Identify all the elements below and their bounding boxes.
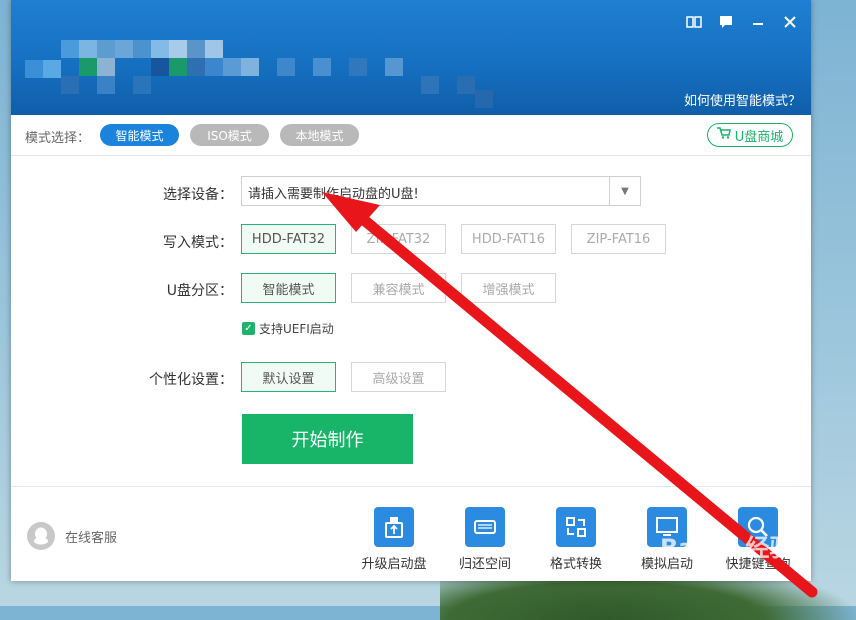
- simulate-boot-button[interactable]: 模拟启动: [625, 507, 709, 572]
- cart-icon: [716, 127, 731, 143]
- format-convert-label: 格式转换: [549, 557, 602, 572]
- app-window: 如何使用智能模式？ 模式选择： 智能模式 ISO模式 本地模式 U盘商城 选择设…: [11, 0, 811, 581]
- minimize-icon[interactable]: [748, 12, 768, 32]
- qq-icon: [27, 522, 55, 550]
- hotkey-query-label: 快捷键查询: [725, 557, 791, 572]
- online-service[interactable]: 在线客服: [27, 522, 117, 550]
- tab-iso-mode[interactable]: ISO模式: [190, 124, 269, 146]
- disk-icon: [465, 507, 505, 547]
- book-icon[interactable]: [684, 12, 704, 32]
- window-header: 如何使用智能模式？: [11, 0, 811, 115]
- online-service-label: 在线客服: [65, 530, 118, 546]
- mode-bar: 模式选择： 智能模式 ISO模式 本地模式 U盘商城: [11, 115, 811, 156]
- write-option-zip-fat32[interactable]: ZIP-FAT32: [351, 224, 446, 254]
- device-select[interactable]: 请插入需要制作启动盘的U盘! ▼: [241, 176, 641, 206]
- hotkey-query-button[interactable]: 快捷键查询: [716, 507, 800, 572]
- restore-space-button[interactable]: 归还空间: [443, 507, 527, 572]
- monitor-icon: [647, 507, 687, 547]
- write-option-hdd-fat16[interactable]: HDD-FAT16: [461, 224, 556, 254]
- partition-option-compat[interactable]: 兼容模式: [351, 273, 446, 303]
- check-icon: ✓: [242, 322, 255, 335]
- close-icon[interactable]: [780, 12, 800, 32]
- partition-option-enhanced[interactable]: 增强模式: [461, 273, 556, 303]
- device-select-value: 请插入需要制作启动盘的U盘!: [248, 187, 419, 202]
- mode-label: 模式选择：: [25, 131, 91, 146]
- format-convert-button[interactable]: 格式转换: [534, 507, 618, 572]
- personal-option-advanced[interactable]: 高级设置: [351, 362, 446, 392]
- write-mode-label: 写入模式：: [163, 235, 233, 251]
- device-label: 选择设备：: [163, 187, 233, 203]
- personal-label: 个性化设置：: [149, 372, 233, 388]
- start-button[interactable]: 开始制作: [242, 414, 413, 464]
- shop-label: U盘商城: [734, 129, 784, 145]
- usb-upgrade-icon: [374, 507, 414, 547]
- upgrade-bootdisk-button[interactable]: 升级启动盘: [352, 507, 436, 572]
- personal-option-default[interactable]: 默认设置: [241, 362, 336, 392]
- uefi-label: 支持UEFI启动: [259, 322, 334, 336]
- partition-label: U盘分区：: [166, 283, 233, 299]
- message-icon[interactable]: [716, 12, 736, 32]
- shop-button[interactable]: U盘商城: [707, 123, 793, 147]
- write-option-hdd-fat32[interactable]: HDD-FAT32: [241, 224, 336, 254]
- footer-toolbar: 在线客服 升级启动盘 归还空间 格式转换 模拟启动 快捷键查询: [11, 486, 811, 581]
- upgrade-bootdisk-label: 升级启动盘: [361, 557, 427, 572]
- magnifier-icon: [738, 507, 778, 547]
- convert-icon: [556, 507, 596, 547]
- partition-option-smart[interactable]: 智能模式: [241, 273, 336, 303]
- tab-smart-mode[interactable]: 智能模式: [100, 124, 179, 146]
- restore-space-label: 归还空间: [458, 557, 511, 572]
- blurred-logo: [25, 40, 500, 110]
- write-option-zip-fat16[interactable]: ZIP-FAT16: [571, 224, 666, 254]
- howto-link[interactable]: 如何使用智能模式？: [684, 90, 801, 109]
- tab-local-mode[interactable]: 本地模式: [280, 124, 359, 146]
- uefi-checkbox[interactable]: ✓ 支持UEFI启动: [242, 320, 334, 337]
- simulate-boot-label: 模拟启动: [640, 557, 693, 572]
- chevron-down-icon[interactable]: ▼: [609, 177, 640, 205]
